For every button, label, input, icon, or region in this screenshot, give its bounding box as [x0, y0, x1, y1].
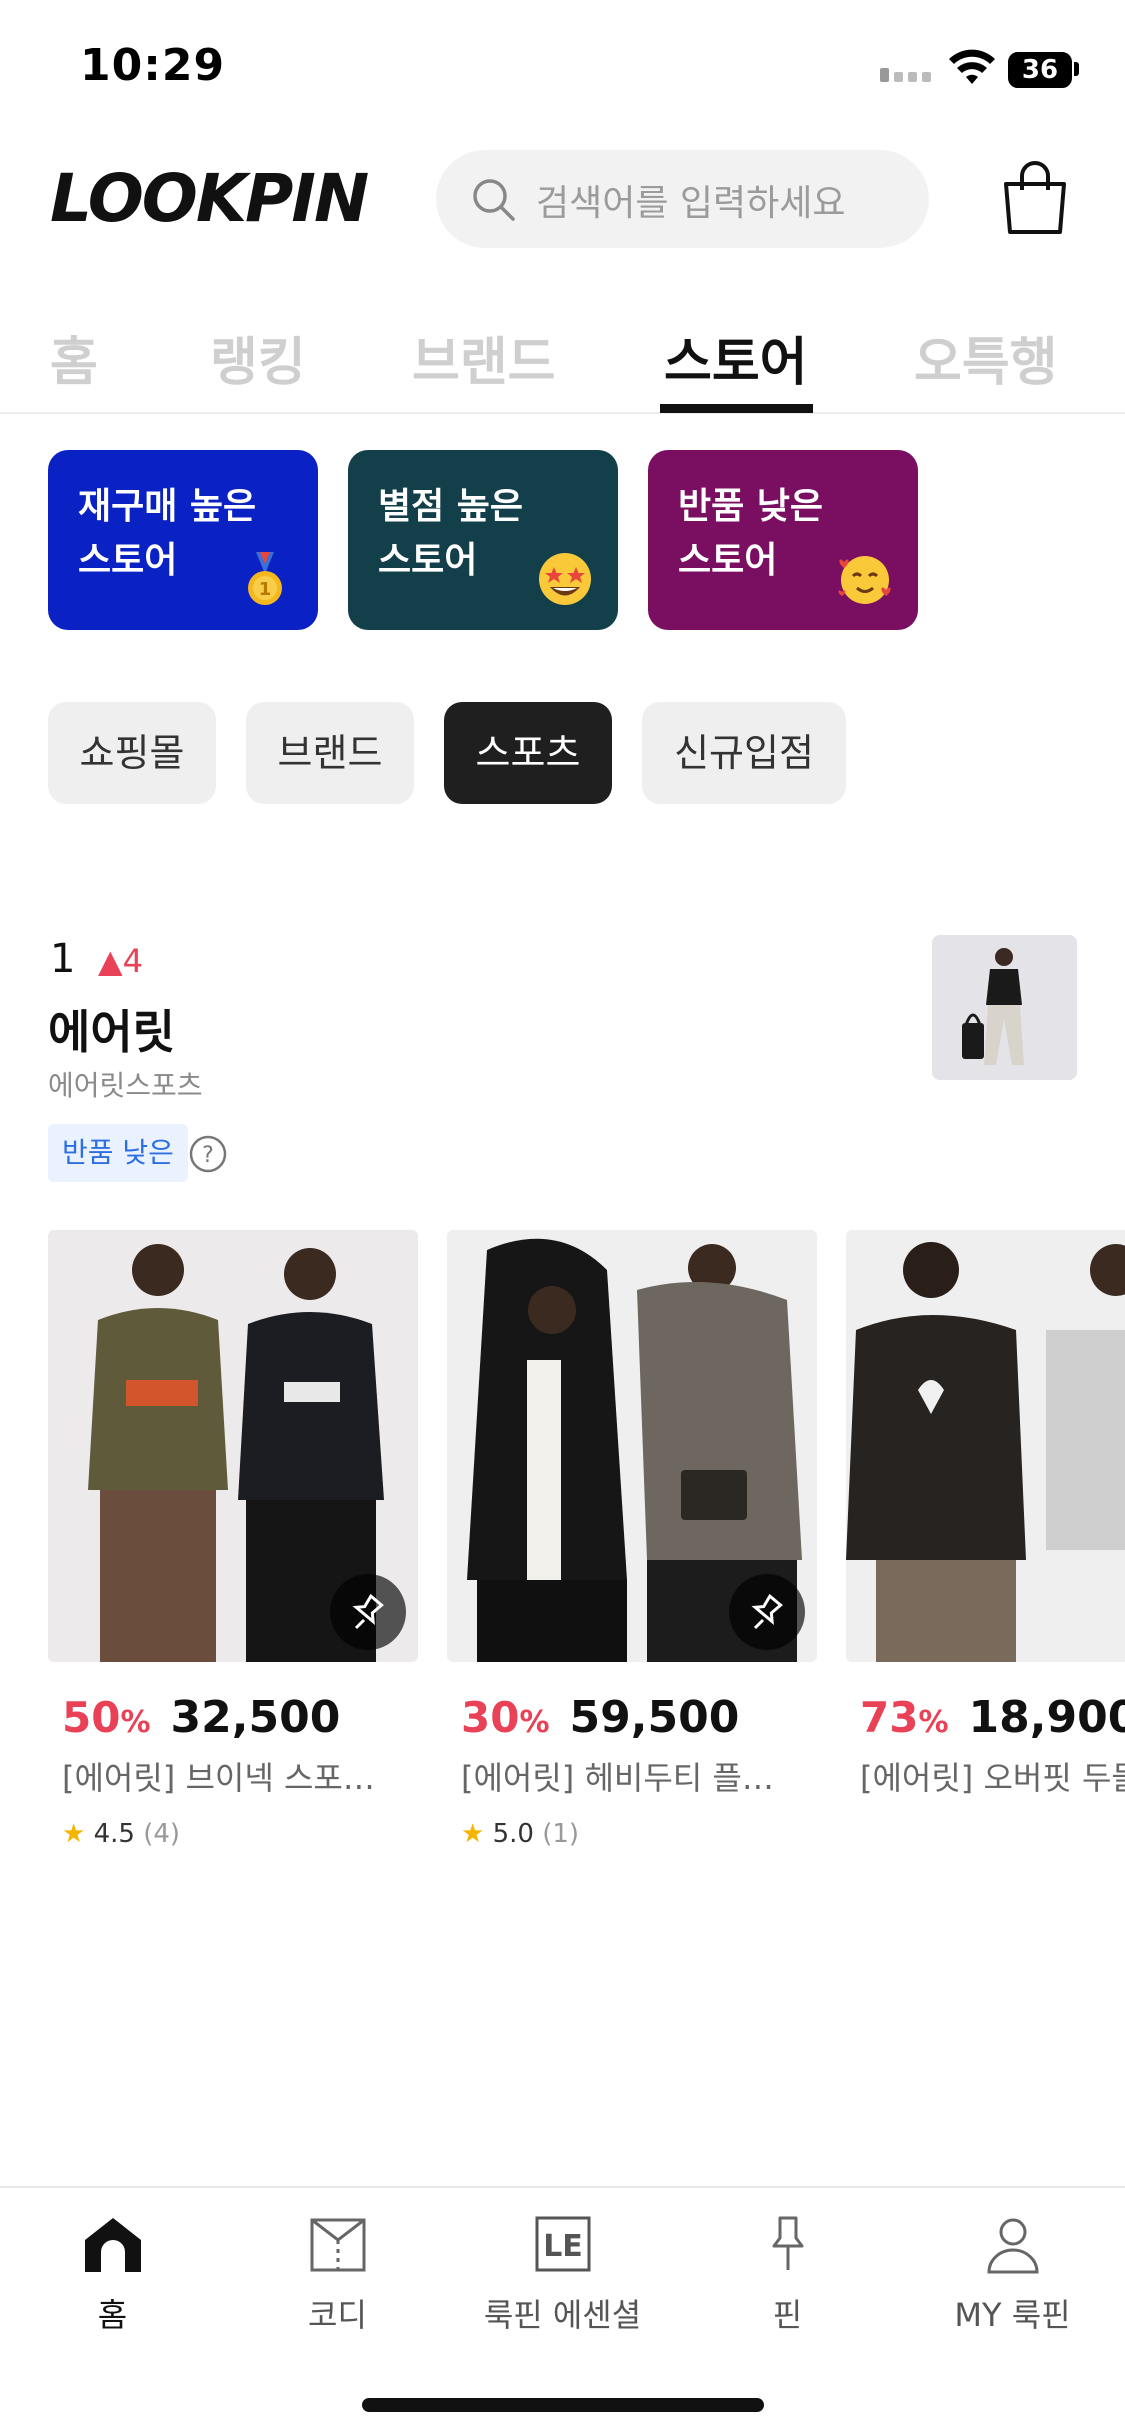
- nav-codi[interactable]: 코디: [225, 2212, 450, 2336]
- wifi-icon: [949, 49, 995, 84]
- discount-rate: 30: [461, 1693, 520, 1742]
- rating-value: 5.0: [492, 1819, 534, 1849]
- chip-brand[interactable]: 브랜드: [246, 702, 414, 804]
- battery-icon: 36: [1008, 52, 1072, 88]
- pin-icon: [352, 1593, 384, 1630]
- discount-percent-sign: %: [120, 1705, 151, 1740]
- discount-percent-sign: %: [519, 1705, 550, 1740]
- product-image[interactable]: [846, 1230, 1125, 1662]
- product-title: [에어릿] 오버핏 두들: [860, 1759, 1125, 1797]
- home-indicator: [362, 2398, 764, 2412]
- tab-ranking[interactable]: 랭킹: [210, 320, 306, 395]
- nav-label: MY 룩핀: [954, 2296, 1071, 2334]
- rating-row: ★ 5.0 (1): [461, 1819, 817, 1849]
- tab-brand[interactable]: 브랜드: [412, 320, 556, 395]
- smiling-hearts-icon: [838, 556, 891, 604]
- tab-store[interactable]: 스토어: [664, 320, 808, 395]
- product-card[interactable]: 50% 32,500 [에어릿] 브이넥 스포… ★ 4.5 (4): [48, 1230, 418, 1849]
- nav-home[interactable]: 홈: [0, 2212, 225, 2336]
- le-icon: LE: [535, 2216, 590, 2272]
- price: 59,500: [569, 1692, 740, 1743]
- card-label: 반품 낮은 스토어: [678, 486, 824, 581]
- rating-row: ★ 4.5 (4): [62, 1819, 418, 1849]
- product-card[interactable]: 73% 18,900 [에어릿] 오버핏 두들: [846, 1230, 1125, 1799]
- star-icon: ★: [461, 1819, 485, 1849]
- nav-label: 룩핀 에센셜: [483, 2296, 642, 2334]
- product-photo: [846, 1230, 1125, 1662]
- store-thumbnail-image: [932, 935, 1077, 1080]
- store-rank: 1: [50, 936, 76, 982]
- medal-icon: 1: [248, 552, 282, 605]
- review-count: (1): [542, 1819, 580, 1849]
- discount-percent-sign: %: [918, 1705, 949, 1740]
- star-struck-icon: [539, 553, 591, 605]
- discount-rate: 73: [860, 1693, 919, 1742]
- card-high-rating[interactable]: 별점 높은 스토어: [348, 450, 618, 630]
- chip-sports[interactable]: 스포츠: [444, 702, 612, 804]
- product-title: [에어릿] 브이넥 스포…: [62, 1759, 375, 1797]
- cellular-signal-icon: [880, 64, 936, 82]
- store-badge: 반품 낮은: [48, 1124, 188, 1182]
- envelope-icon: [310, 2218, 365, 2272]
- card-high-repurchase[interactable]: 재구매 높은 스토어 1: [48, 450, 318, 630]
- person-icon: [986, 2218, 1039, 2274]
- review-count: (4): [143, 1819, 181, 1849]
- pin-icon: [772, 2216, 803, 2270]
- battery-tip: [1074, 62, 1079, 76]
- nav-essential[interactable]: LE 룩핀 에센셜: [450, 2212, 675, 2336]
- top-tabs: 홈 랭킹 브랜드 스토어 오특행: [0, 300, 1125, 414]
- chip-new-entry[interactable]: 신규입점: [642, 702, 846, 804]
- app-logo[interactable]: LOOKPIN: [50, 160, 369, 237]
- search-icon: [473, 179, 515, 221]
- status-bar: 10:29 36: [0, 0, 1125, 135]
- pin-button[interactable]: [729, 1574, 805, 1650]
- search-input[interactable]: 검색어를 입력하세요: [436, 150, 929, 248]
- pin-button[interactable]: [330, 1574, 406, 1650]
- nav-label: 홈: [97, 2296, 128, 2334]
- product-image[interactable]: [447, 1230, 817, 1662]
- pin-icon: [751, 1593, 783, 1630]
- card-label: 별점 높은 스토어: [378, 486, 524, 581]
- help-icon[interactable]: ?: [188, 1134, 228, 1174]
- shopping-bag-icon[interactable]: [1000, 160, 1070, 236]
- nav-my-lookpin[interactable]: MY 룩핀: [900, 2212, 1125, 2336]
- price: 18,900: [968, 1692, 1125, 1743]
- tab-home[interactable]: 홈: [50, 320, 98, 395]
- tab-otukhaeng[interactable]: 오특행: [914, 320, 1058, 395]
- product-title: [에어릿] 헤비두티 플…: [461, 1759, 774, 1797]
- rank-change: ▲4: [98, 942, 143, 980]
- nav-pin[interactable]: 핀: [675, 2212, 900, 2336]
- active-tab-underline: [660, 404, 813, 413]
- discount-rate: 50: [62, 1693, 121, 1742]
- status-time: 10:29: [80, 40, 226, 91]
- store-name[interactable]: 에어릿: [48, 996, 175, 1062]
- product-image[interactable]: [48, 1230, 418, 1662]
- svg-text:?: ?: [202, 1143, 214, 1168]
- search-placeholder: 검색어를 입력하세요: [536, 183, 846, 224]
- card-low-return[interactable]: 반품 낮은 스토어: [648, 450, 918, 630]
- chip-shoppingmall[interactable]: 쇼핑몰: [48, 702, 216, 804]
- svg-text:LE: LE: [543, 2229, 583, 2264]
- nav-label: 핀: [772, 2296, 803, 2334]
- card-label: 재구매 높은 스토어: [78, 486, 257, 581]
- home-icon: [84, 2218, 141, 2272]
- store-subtitle: 에어릿스포츠: [48, 1069, 203, 1102]
- product-card[interactable]: 30% 59,500 [에어릿] 헤비두티 플… ★ 5.0 (1): [447, 1230, 817, 1849]
- svg-text:1: 1: [259, 579, 272, 600]
- nav-label: 코디: [308, 2296, 367, 2334]
- rating-value: 4.5: [93, 1819, 135, 1849]
- store-thumbnail[interactable]: [932, 935, 1077, 1080]
- price: 32,500: [170, 1692, 341, 1743]
- star-icon: ★: [62, 1819, 86, 1849]
